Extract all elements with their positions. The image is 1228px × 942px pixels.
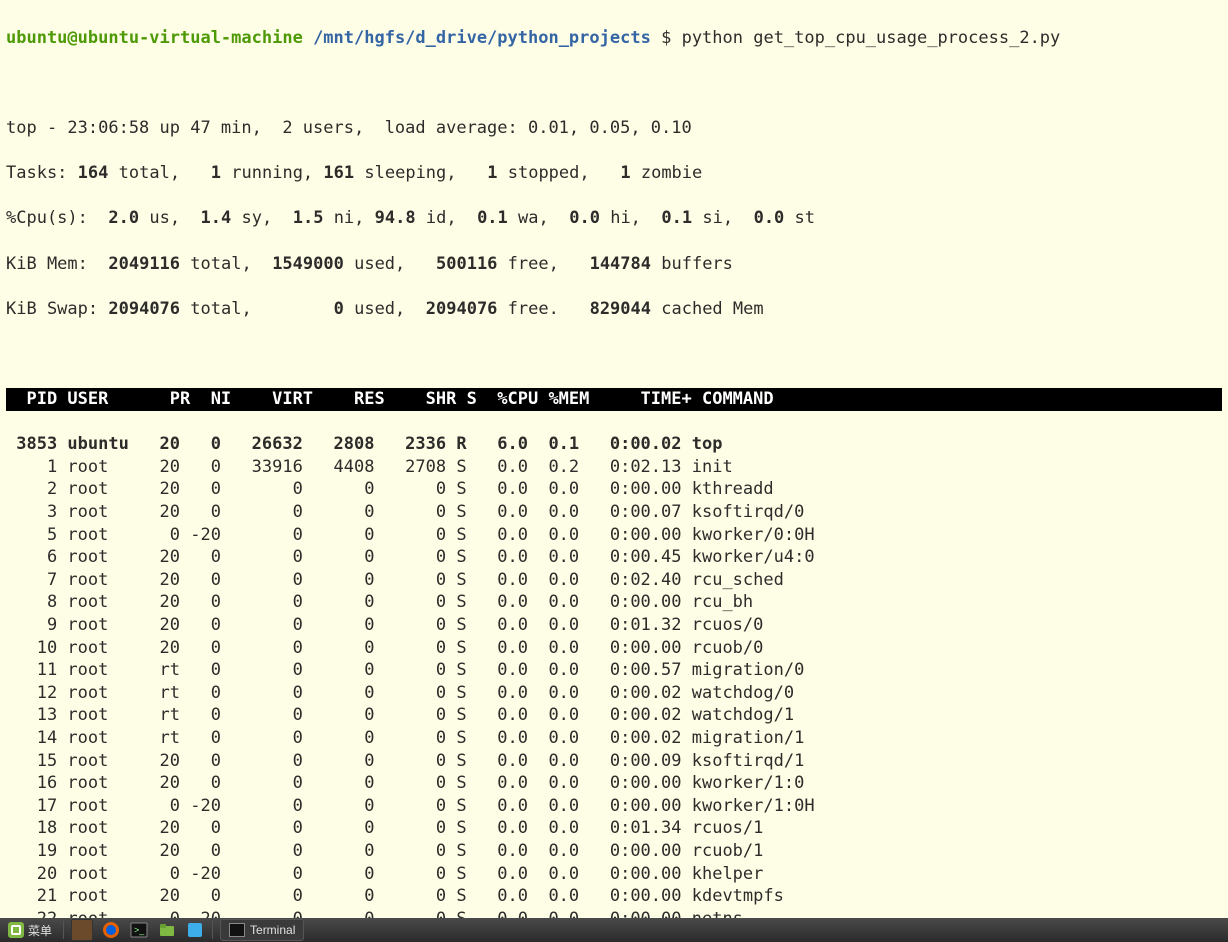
prompt-sigil: $ — [661, 28, 671, 48]
terminal-launcher-icon[interactable]: >_ — [129, 920, 149, 940]
files-icon[interactable] — [157, 920, 177, 940]
table-row: 14 root rt 0 0 0 0 S 0.0 0.0 0:00.02 mig… — [6, 727, 1222, 750]
table-row: 9 root 20 0 0 0 0 S 0.0 0.0 0:01.32 rcuo… — [6, 614, 1222, 637]
table-row: 10 root 20 0 0 0 0 S 0.0 0.0 0:00.00 rcu… — [6, 637, 1222, 660]
table-row: 15 root 20 0 0 0 0 S 0.0 0.0 0:00.09 kso… — [6, 750, 1222, 773]
terminal-icon — [229, 923, 245, 937]
terminal-output[interactable]: ubuntu@ubuntu-virtual-machine /mnt/hgfs/… — [0, 0, 1228, 914]
svg-text:>_: >_ — [134, 925, 145, 935]
prompt-userhost: ubuntu@ubuntu-virtual-machine — [6, 28, 303, 48]
table-row: 5 root 0 -20 0 0 0 S 0.0 0.0 0:00.00 kwo… — [6, 524, 1222, 547]
table-row: 12 root rt 0 0 0 0 S 0.0 0.0 0:00.02 wat… — [6, 682, 1222, 705]
top-swap-line: KiB Swap: 2094076 total, 0 used, 2094076… — [6, 298, 1222, 321]
prompt-command: python get_top_cpu_usage_process_2.py — [682, 28, 1061, 48]
blank-line — [6, 72, 1222, 95]
table-row: 8 root 20 0 0 0 0 S 0.0 0.0 0:00.00 rcu_… — [6, 591, 1222, 614]
table-row: 6 root 20 0 0 0 0 S 0.0 0.0 0:00.45 kwor… — [6, 546, 1222, 569]
prompt-cwd: /mnt/hgfs/d_drive/python_projects — [313, 28, 651, 48]
taskbar-entry-label: Terminal — [250, 923, 295, 937]
table-row: 20 root 0 -20 0 0 0 S 0.0 0.0 0:00.00 kh… — [6, 863, 1222, 886]
table-row: 3853 ubuntu 20 0 26632 2808 2336 R 6.0 0… — [6, 433, 1222, 456]
show-desktop-icon[interactable] — [71, 919, 93, 941]
start-menu-button[interactable]: 菜单 — [0, 918, 60, 942]
taskbar-separator — [63, 921, 64, 939]
blank-line-2 — [6, 343, 1222, 366]
top-mem-line: KiB Mem: 2049116 total, 1549000 used, 50… — [6, 253, 1222, 276]
table-row: 7 root 20 0 0 0 0 S 0.0 0.0 0:02.40 rcu_… — [6, 569, 1222, 592]
table-row: 13 root rt 0 0 0 0 S 0.0 0.0 0:00.02 wat… — [6, 704, 1222, 727]
table-row: 1 root 20 0 33916 4408 2708 S 0.0 0.2 0:… — [6, 456, 1222, 479]
table-row: 16 root 20 0 0 0 0 S 0.0 0.0 0:00.00 kwo… — [6, 772, 1222, 795]
table-row: 3 root 20 0 0 0 0 S 0.0 0.0 0:00.07 ksof… — [6, 501, 1222, 524]
mint-logo-icon — [8, 922, 24, 938]
firefox-icon[interactable] — [101, 920, 121, 940]
process-table-body: 3853 ubuntu 20 0 26632 2808 2336 R 6.0 0… — [6, 433, 1222, 942]
process-table-header: PID USER PR NI VIRT RES SHR S %CPU %MEM … — [6, 388, 1222, 411]
table-row: 2 root 20 0 0 0 0 S 0.0 0.0 0:00.00 kthr… — [6, 478, 1222, 501]
taskbar-separator-2 — [212, 921, 213, 939]
table-row: 21 root 20 0 0 0 0 S 0.0 0.0 0:00.00 kde… — [6, 885, 1222, 908]
taskbar-entry-terminal[interactable]: Terminal — [220, 919, 304, 941]
top-cpu-line: %Cpu(s): 2.0 us, 1.4 sy, 1.5 ni, 94.8 id… — [6, 207, 1222, 230]
top-uptime-line: top - 23:06:58 up 47 min, 2 users, load … — [6, 117, 1222, 140]
table-row: 18 root 20 0 0 0 0 S 0.0 0.0 0:01.34 rcu… — [6, 817, 1222, 840]
taskbar[interactable]: 菜单 >_ Terminal — [0, 918, 1228, 942]
top-tasks-line: Tasks: 164 total, 1 running, 161 sleepin… — [6, 162, 1222, 185]
table-row: 19 root 20 0 0 0 0 S 0.0 0.0 0:00.00 rcu… — [6, 840, 1222, 863]
table-row: 11 root rt 0 0 0 0 S 0.0 0.0 0:00.57 mig… — [6, 659, 1222, 682]
app-icon[interactable] — [185, 920, 205, 940]
table-row: 17 root 0 -20 0 0 0 S 0.0 0.0 0:00.00 kw… — [6, 795, 1222, 818]
start-menu-label: 菜单 — [28, 922, 52, 939]
prompt-line: ubuntu@ubuntu-virtual-machine /mnt/hgfs/… — [6, 27, 1222, 50]
